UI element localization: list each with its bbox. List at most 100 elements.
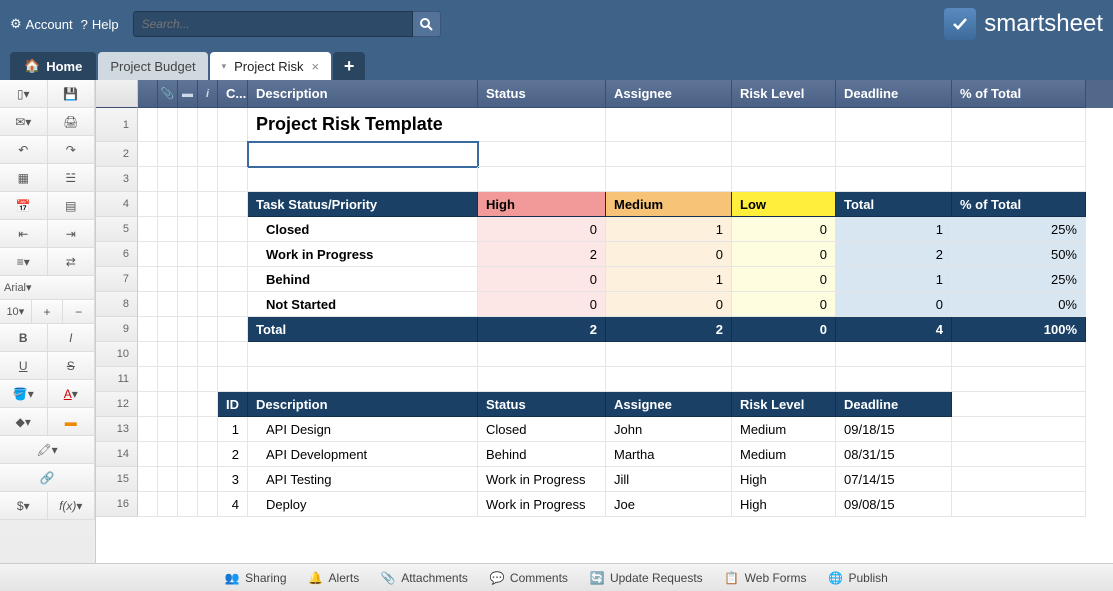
cell[interactable] [158,292,178,317]
task-risk[interactable]: High [732,467,836,492]
summary-total[interactable]: 1 [836,267,952,292]
row-num[interactable]: 15 [96,467,138,492]
cell[interactable] [158,267,178,292]
cell[interactable] [138,342,158,367]
cell[interactable] [198,367,218,392]
calendar-button[interactable]: 📅 [0,192,48,220]
cell[interactable] [218,292,248,317]
cell[interactable] [478,167,606,192]
cell[interactable] [178,267,198,292]
cell[interactable] [158,242,178,267]
summary-total-t[interactable]: 4 [836,317,952,342]
summary-pct[interactable]: 0% [952,292,1086,317]
col-risk[interactable]: Risk Level [732,80,836,108]
cell[interactable] [732,108,836,142]
col-deadline[interactable]: Deadline [836,80,952,108]
task-desc[interactable]: API Testing [248,467,478,492]
summary-total[interactable]: 0 [836,292,952,317]
undo-button[interactable]: ↶ [0,136,48,164]
cell[interactable] [952,342,1086,367]
task-status[interactable]: Work in Progress [478,467,606,492]
save-button[interactable]: ▯▾ [0,80,48,108]
row-num[interactable]: 3 [96,167,138,192]
cell[interactable] [178,192,198,217]
row-num[interactable]: 14 [96,442,138,467]
summary-pct[interactable]: 25% [952,267,1086,292]
currency-button[interactable]: $▾ [0,492,48,520]
row-num[interactable]: 6 [96,242,138,267]
task-deadline[interactable]: 07/14/15 [836,467,952,492]
bold-button[interactable]: B [0,324,48,352]
row-num[interactable]: 16 [96,492,138,517]
summary-low[interactable]: 0 [732,292,836,317]
summary-label[interactable]: Behind [248,267,478,292]
cell[interactable] [198,417,218,442]
cell[interactable] [178,392,198,417]
cell[interactable] [178,142,198,167]
cell[interactable] [178,292,198,317]
selected-cell[interactable] [248,142,478,167]
task-id[interactable]: 4 [218,492,248,517]
summary-label[interactable]: Work in Progress [248,242,478,267]
cell[interactable] [732,367,836,392]
footer-webforms[interactable]: 📋Web Forms [725,571,807,585]
footer-publish[interactable]: 🌐Publish [828,571,887,585]
cell[interactable] [138,217,158,242]
task-status[interactable]: Work in Progress [478,492,606,517]
cell[interactable] [952,417,1086,442]
row-num[interactable]: 2 [96,142,138,167]
task-desc[interactable]: Deploy [248,492,478,517]
summary-head-task[interactable]: Task Status/Priority [248,192,478,217]
account-link[interactable]: ⚙ Account [10,16,73,32]
text-color-button[interactable]: A▾ [48,380,96,408]
cell[interactable] [178,442,198,467]
summary-head-low[interactable]: Low [732,192,836,217]
help-link[interactable]: ? Help [81,17,119,32]
cell[interactable] [158,217,178,242]
summary-head-med[interactable]: Medium [606,192,732,217]
task-id[interactable]: 3 [218,467,248,492]
task-assignee[interactable]: John [606,417,732,442]
cell[interactable] [198,442,218,467]
cell[interactable] [218,367,248,392]
cell[interactable] [606,342,732,367]
summary-total-label[interactable]: Total [248,317,478,342]
cell[interactable] [198,217,218,242]
summary-med[interactable]: 0 [606,242,732,267]
cell[interactable] [158,467,178,492]
cell[interactable] [836,342,952,367]
cell[interactable] [178,317,198,342]
cell[interactable] [218,317,248,342]
cell[interactable] [138,417,158,442]
font-size[interactable]: 10▾ [0,300,32,324]
task-deadline[interactable]: 09/18/15 [836,417,952,442]
title-cell[interactable]: Project Risk Template [248,108,606,142]
cell[interactable] [138,317,158,342]
print2-button[interactable]: 🖨 [48,108,96,136]
info-col[interactable]: i [198,80,218,108]
tasks-head-id[interactable]: ID [218,392,248,417]
comment-col[interactable]: ▬ [178,80,198,108]
cell[interactable] [478,142,606,167]
col-assignee[interactable]: Assignee [606,80,732,108]
cell[interactable] [732,142,836,167]
cell[interactable] [138,142,158,167]
tab-project-risk[interactable]: ▾Project Risk× [210,52,331,80]
format-button[interactable]: ◆▾ [0,408,48,436]
cell[interactable] [218,108,248,142]
row-num[interactable]: 11 [96,367,138,392]
cell[interactable] [158,108,178,142]
cell[interactable] [198,467,218,492]
summary-high[interactable]: 0 [478,267,606,292]
cell[interactable] [158,342,178,367]
home-button[interactable]: 🏠 Home [10,52,96,80]
summary-total-p[interactable]: 100% [952,317,1086,342]
cell[interactable] [218,267,248,292]
cell[interactable] [178,242,198,267]
summary-high[interactable]: 0 [478,217,606,242]
cell[interactable] [952,392,1086,417]
cell[interactable] [952,142,1086,167]
cell[interactable] [158,317,178,342]
new-tab-button[interactable]: + [333,52,365,80]
tab-project-budget[interactable]: Project Budget [98,52,207,80]
